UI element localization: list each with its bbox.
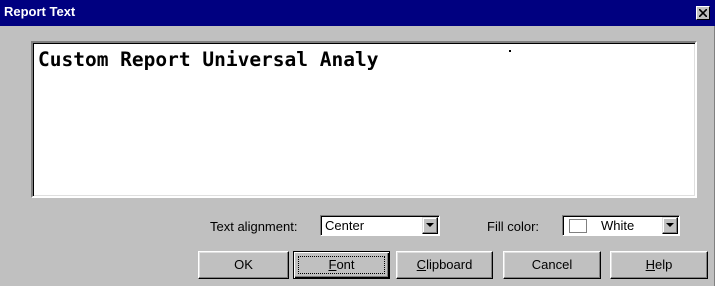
chevron-down-icon <box>426 223 434 227</box>
font-button[interactable]: Font <box>293 251 390 279</box>
text-alignment-label: Text alignment: <box>210 219 298 234</box>
report-text-area[interactable]: Custom Report Universal Analy <box>31 41 697 198</box>
title-bar[interactable]: Report Text <box>0 0 715 26</box>
help-button-label: elp <box>655 257 673 272</box>
ok-button[interactable]: OK <box>198 251 289 279</box>
fill-color-dropdown-button[interactable] <box>662 217 678 234</box>
cancel-button-label: Cancel <box>531 257 573 272</box>
text-alignment-select[interactable]: Center <box>320 215 440 236</box>
fill-color-label: Fill color: <box>487 219 540 234</box>
help-button[interactable]: Help <box>610 251 708 279</box>
chevron-down-icon <box>666 223 674 227</box>
report-text-dialog: Report Text Custom Report Universal Anal… <box>0 0 715 286</box>
clipboard-button-mnemonic: C <box>416 257 427 272</box>
close-icon <box>699 9 707 17</box>
focus-rectangle <box>298 256 385 274</box>
text-cursor-mark <box>509 50 511 52</box>
fill-color-value: White <box>601 218 635 233</box>
clipboard-button[interactable]: Clipboard <box>396 251 493 279</box>
text-alignment-dropdown-button[interactable] <box>422 217 438 234</box>
fill-color-select[interactable]: White <box>562 215 680 236</box>
text-alignment-value: Center <box>325 218 365 233</box>
fill-color-swatch <box>569 219 587 233</box>
ok-button-label: OK <box>234 257 253 272</box>
clipboard-button-label: lipboard <box>426 257 473 272</box>
window-title: Report Text <box>4 4 76 19</box>
report-text-content: Custom Report Universal Analy <box>38 48 379 71</box>
help-button-mnemonic: H <box>645 257 656 272</box>
cancel-button[interactable]: Cancel <box>503 251 601 279</box>
close-button[interactable] <box>696 6 710 20</box>
